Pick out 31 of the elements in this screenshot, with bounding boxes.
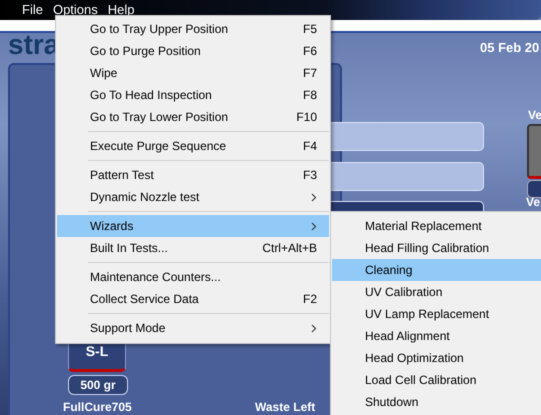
menu-item[interactable]: Head Optimization — [332, 347, 541, 369]
menu-item[interactable]: Go To Head Inspection F8 — [57, 84, 329, 106]
menu-item[interactable]: Support Mode — [57, 317, 329, 339]
menu-bar-item[interactable]: File — [22, 2, 43, 18]
menu-item[interactable]: Head Alignment — [332, 325, 541, 347]
menu-item[interactable]: Execute Purge Sequence F4 — [57, 135, 329, 157]
menu-item[interactable]: Material Replacement — [332, 215, 541, 237]
menu-item[interactable]: Built In Tests... Ctrl+Alt+B — [57, 237, 329, 259]
date-text: 05 Feb 20 — [480, 40, 540, 55]
menu-item[interactable]: Pattern Test F3 — [57, 164, 329, 186]
menu-item[interactable]: Collect Service Data F2 — [57, 288, 329, 310]
menu-item[interactable]: Cleaning — [332, 259, 541, 281]
menu-item[interactable]: Head Filling Calibration — [332, 237, 541, 259]
menu-item[interactable]: UV Calibration — [332, 281, 541, 303]
material-label: FullCure705 — [63, 400, 132, 414]
menu-bar-item[interactable]: Help — [108, 2, 135, 18]
menu-item[interactable]: Go to Purge Position F6 — [57, 40, 329, 62]
menu-item[interactable]: Wizards — [57, 215, 329, 237]
cartridge-label: S-L — [86, 344, 108, 361]
menu-item[interactable]: Dynamic Nozzle test — [57, 186, 329, 208]
side-label: Ve — [526, 195, 540, 209]
menu-item[interactable]: UV Lamp Replacement — [332, 303, 541, 325]
menu-item[interactable]: Wipe F7 — [57, 62, 329, 84]
menu-item[interactable]: Load Cell Calibration — [332, 369, 541, 391]
weight-pill: 500 gr — [68, 375, 128, 395]
menu-item[interactable]: Shutdown — [332, 391, 541, 413]
waste-label: Waste Left — [255, 400, 316, 414]
menu-item[interactable]: Go to Tray Lower Position F10 — [57, 106, 329, 128]
menu-item[interactable]: Maintenance Counters... — [57, 266, 329, 288]
menu-bar-item[interactable]: Options — [52, 2, 98, 18]
menu-item[interactable]: Go to Tray Upper Position F5 — [57, 18, 329, 40]
